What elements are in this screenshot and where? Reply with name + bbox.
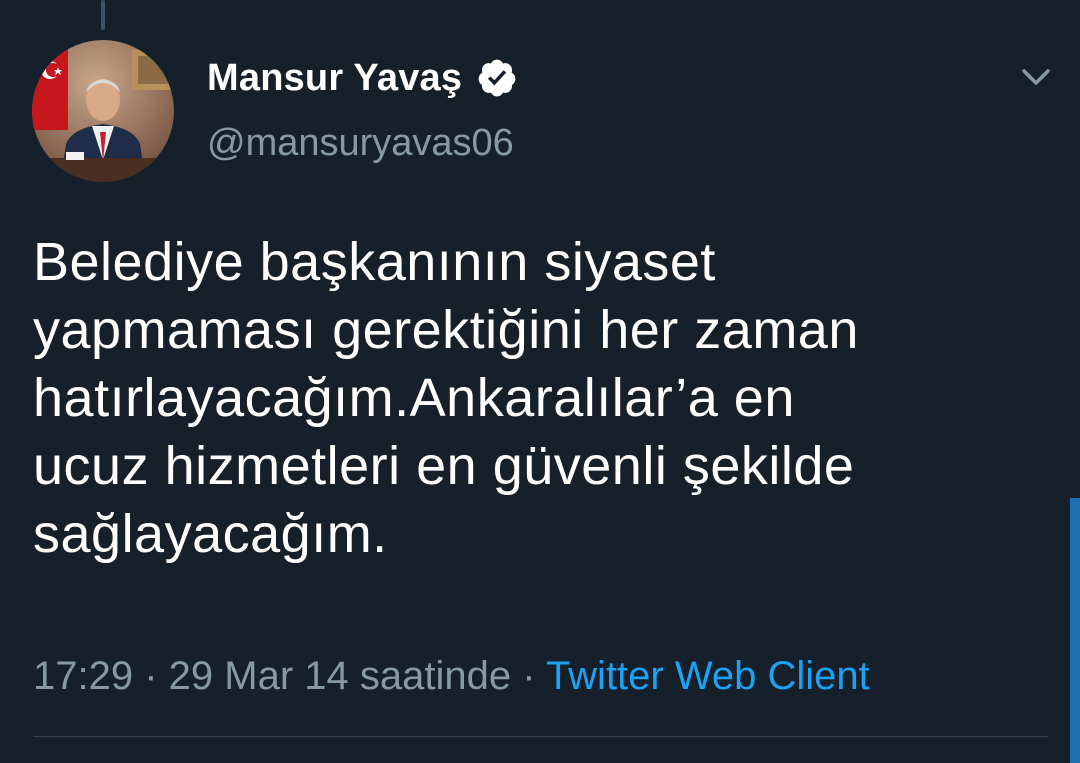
verified-badge-icon — [478, 59, 516, 97]
meta-separator: · — [133, 654, 169, 698]
chevron-down-icon[interactable] — [1016, 60, 1056, 96]
display-name[interactable]: Mansur Yavaş — [207, 57, 462, 100]
tweet-text-line: hatırlayacağım.Ankaralılar’a en — [33, 368, 795, 428]
meta-separator: · — [511, 654, 546, 698]
tweet-source-link[interactable]: Twitter Web Client — [546, 654, 870, 698]
tweet-text-line: Belediye başkanının siyaset — [33, 232, 716, 292]
tweet-meta: 17:29 · 29 Mar 14 saatinde · Twitter Web… — [33, 650, 870, 702]
tweet-text: Belediye başkanının siyaset yapmaması ge… — [33, 228, 1043, 568]
tweet-text-line: ucuz hizmetleri en güvenli şekilde — [33, 436, 855, 496]
thread-connector-line — [101, 0, 105, 30]
tweet-text-line: yapmaması gerektiğini her zaman — [33, 300, 859, 360]
tweet-date[interactable]: 29 Mar 14 saatinde — [169, 654, 511, 698]
tweet-detail-screen: Mansur Yavaş @mansuryavas06 Belediye baş… — [0, 0, 1080, 763]
tweet-time[interactable]: 17:29 — [33, 654, 133, 698]
tweet-text-line: sağlayacağım. — [33, 504, 388, 564]
author-name-row: Mansur Yavaş — [207, 52, 518, 104]
avatar[interactable] — [32, 40, 174, 182]
author-handle[interactable]: @mansuryavas06 — [207, 122, 514, 165]
scrollbar[interactable] — [1070, 498, 1080, 763]
divider — [33, 736, 1048, 737]
profile-photo — [32, 40, 174, 182]
